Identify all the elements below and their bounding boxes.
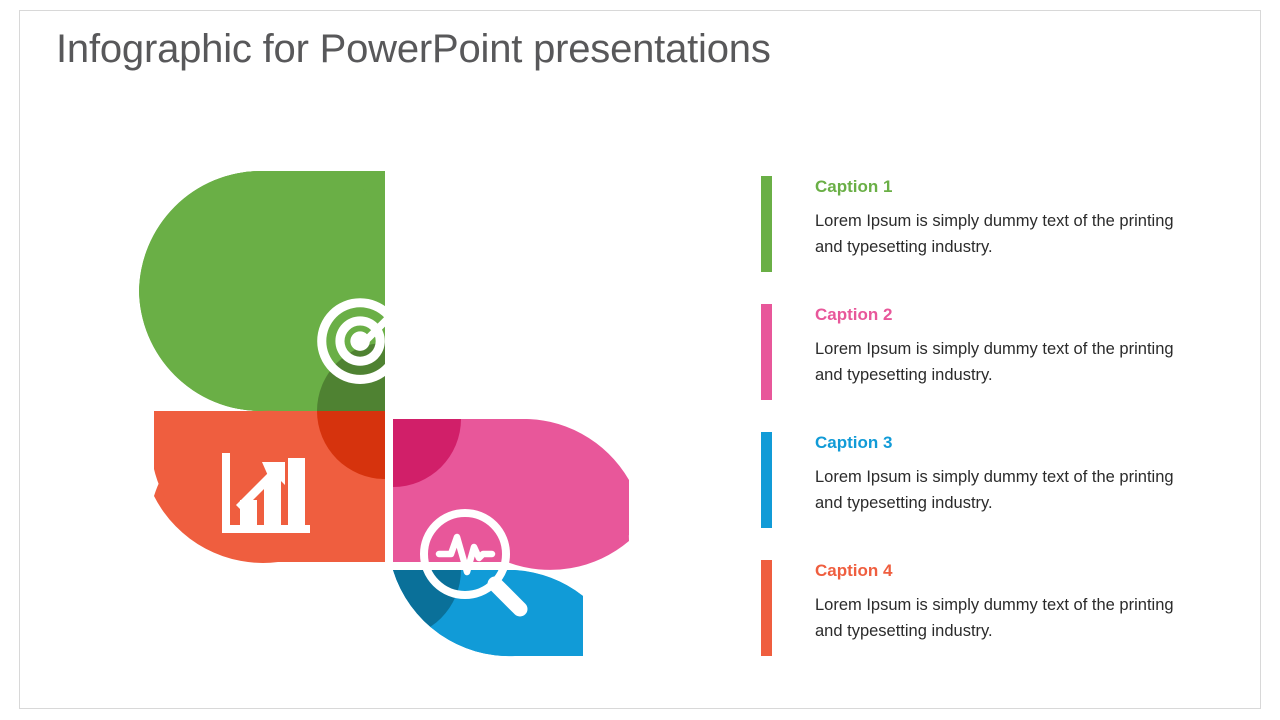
- caption-body-3: Caption 3 Lorem Ipsum is simply dummy te…: [815, 422, 1175, 516]
- caption-body-2: Caption 2 Lorem Ipsum is simply dummy te…: [815, 294, 1175, 388]
- caption-item-2[interactable]: Caption 2 Lorem Ipsum is simply dummy te…: [761, 294, 1181, 422]
- caption-color-bar-4: [761, 560, 772, 656]
- caption-text-3: Lorem Ipsum is simply dummy text of the …: [815, 468, 1174, 512]
- caption-item-3[interactable]: Caption 3 Lorem Ipsum is simply dummy te…: [761, 422, 1181, 550]
- page-title: Infographic for PowerPoint presentations: [56, 27, 771, 71]
- caption-title-2: Caption 2: [815, 305, 893, 324]
- caption-item-1[interactable]: Caption 1 Lorem Ipsum is simply dummy te…: [761, 166, 1181, 294]
- caption-title-1: Caption 1: [815, 177, 893, 196]
- caption-title-4: Caption 4: [815, 561, 893, 580]
- caption-text-4: Lorem Ipsum is simply dummy text of the …: [815, 596, 1174, 640]
- caption-list: Caption 1 Lorem Ipsum is simply dummy te…: [761, 166, 1181, 678]
- caption-body-4: Caption 4 Lorem Ipsum is simply dummy te…: [815, 550, 1175, 644]
- caption-body-1: Caption 1 Lorem Ipsum is simply dummy te…: [815, 166, 1175, 260]
- caption-text-2: Lorem Ipsum is simply dummy text of the …: [815, 340, 1174, 384]
- pinwheel-graphic: [134, 166, 634, 661]
- slide-canvas: Infographic for PowerPoint presentations: [19, 10, 1261, 709]
- caption-color-bar-3: [761, 432, 772, 528]
- caption-color-bar-1: [761, 176, 772, 272]
- strategy-playbook-icon: [481, 304, 560, 382]
- caption-item-4[interactable]: Caption 4 Lorem Ipsum is simply dummy te…: [761, 550, 1181, 678]
- caption-title-3: Caption 3: [815, 433, 893, 452]
- caption-color-bar-2: [761, 304, 772, 400]
- caption-text-1: Lorem Ipsum is simply dummy text of the …: [815, 212, 1174, 256]
